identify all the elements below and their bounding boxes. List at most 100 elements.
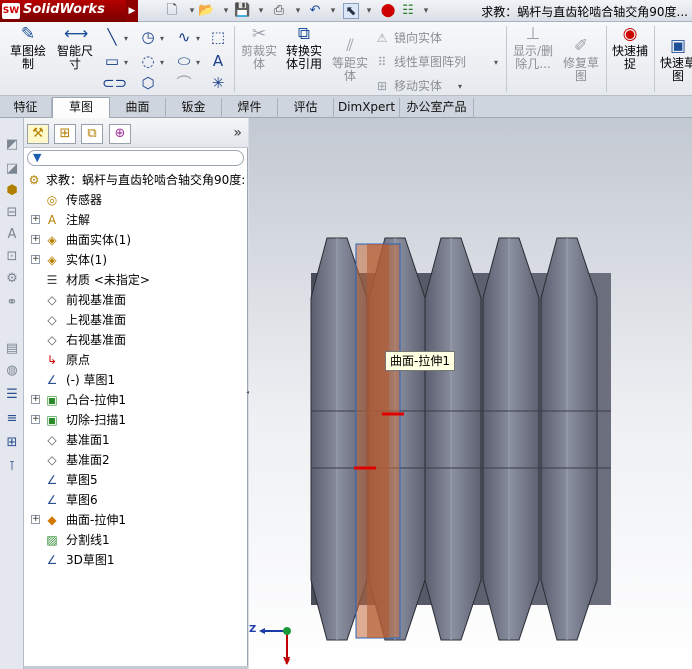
strip-tool-icon[interactable]: ⚙ [3, 270, 21, 288]
line-icon[interactable]: ╲ [102, 28, 122, 46]
tree-root[interactable]: ⚙ 求教：蜗杆与直齿轮啮合轴交角90度: [24, 170, 248, 190]
tab-office-products[interactable]: 办公室产品 [400, 98, 474, 118]
move-dropdown-icon[interactable]: ▾ [458, 82, 462, 91]
tree-item[interactable]: ∠ 草图5 [24, 470, 248, 490]
convert-entities-button[interactable]: ⧉ 转换实 体引用 [282, 24, 326, 71]
select-dropdown-icon[interactable]: ▾ [361, 3, 377, 19]
solidworks-logo[interactable]: SW SolidWorks [0, 0, 126, 22]
tree-item[interactable]: ∠ 3D草图1 [24, 550, 248, 570]
smart-dimension-button[interactable]: ⟷ 智能尺 寸 [54, 24, 96, 71]
text-icon[interactable]: A [208, 52, 228, 70]
tab-weldments[interactable]: 焊件 [222, 98, 278, 118]
rebuild-traffic-light-icon[interactable]: ⬤ [380, 3, 396, 19]
slot-icon[interactable]: ⊂⊃ [102, 74, 127, 92]
pattern-dropdown-icon[interactable]: ▾ [494, 58, 498, 67]
tree-item[interactable]: ◇ 前视基准面 [24, 290, 248, 310]
tab-features[interactable]: 特征 [0, 98, 52, 118]
property-manager-tab-icon[interactable]: ⊞ [54, 124, 76, 144]
strip-list-icon[interactable]: ☰ [3, 386, 21, 404]
tree-item[interactable]: + A 注解 [24, 210, 248, 230]
sketch-button[interactable]: ✎ 草图绘 制 [6, 24, 50, 71]
strip-grid-icon[interactable]: ⊞ [3, 434, 21, 452]
strip-tool-icon[interactable]: ⊡ [3, 248, 21, 266]
undo-dropdown-icon[interactable]: ▾ [325, 3, 341, 19]
rapid-sketch-button[interactable]: ▣ 快速草 图 [658, 36, 692, 83]
construction-geometry-icon[interactable]: ⬚ [208, 28, 228, 46]
arc-icon[interactable]: ◌ [138, 52, 158, 70]
graphics-area[interactable]: Z Y 曲面-拉伸1 [249, 118, 692, 669]
tree-item[interactable]: ◇ 右视基准面 [24, 330, 248, 350]
strip-list-icon[interactable]: ≡ [3, 410, 21, 428]
strip-tool-icon[interactable]: ⚭ [3, 294, 21, 312]
tab-dimxpert[interactable]: DimXpert [334, 98, 400, 118]
expand-toggle-icon[interactable]: + [31, 415, 40, 424]
tree-item[interactable]: ◇ 基准面1 [24, 430, 248, 450]
strip-tool-icon[interactable]: ◩ [3, 136, 21, 154]
configuration-tab-icon[interactable]: ⧉ [81, 124, 103, 144]
expand-toggle-icon[interactable]: + [31, 515, 40, 524]
ellipse-icon[interactable]: ⬭ [174, 52, 194, 70]
tree-item[interactable]: + ▣ 凸台-拉伸1 [24, 390, 248, 410]
print-dropdown-icon[interactable]: ▾ [290, 3, 306, 19]
tree-item[interactable]: ◇ 上视基准面 [24, 310, 248, 330]
spline-icon[interactable]: ∿ [174, 28, 194, 46]
expand-toggle-icon[interactable]: + [31, 255, 40, 264]
tree-item[interactable]: ◎ 传感器 [24, 190, 248, 210]
options-list-icon[interactable]: ☷ [400, 3, 416, 19]
tab-sketch[interactable]: 草图 [52, 97, 110, 118]
save-icon[interactable]: 💾 [234, 3, 250, 19]
display-delete-relations-button[interactable]: ⊥ 显示/删 除几... [510, 24, 556, 71]
tree-item[interactable]: + ◆ 曲面-拉伸1 [24, 510, 248, 530]
mirror-entities-button[interactable]: ⚠ 镜向实体 [374, 29, 442, 46]
fillet-icon[interactable]: ⌒ [174, 74, 194, 92]
expand-toggle-icon[interactable]: + [31, 215, 40, 224]
tab-sheet-metal[interactable]: 钣金 [166, 98, 222, 118]
tree-item[interactable]: ∠ (-) 草图1 [24, 370, 248, 390]
extruded-surface-highlight[interactable] [355, 243, 401, 639]
strip-folder-icon[interactable]: ⬢ [3, 182, 21, 200]
open-folder-icon[interactable]: 📂 [198, 3, 214, 19]
quick-snaps-button[interactable]: ◉ 快速捕 捉 [610, 24, 650, 71]
linear-pattern-button[interactable]: ⠿ 线性草图阵列 [374, 53, 466, 70]
tree-item[interactable]: ◇ 基准面2 [24, 450, 248, 470]
tree-item[interactable]: ↳ 原点 [24, 350, 248, 370]
expand-toggle-icon[interactable]: + [31, 235, 40, 244]
save-dropdown-icon[interactable]: ▾ [253, 3, 269, 19]
repair-sketch-button[interactable]: ✐ 修复草 图 [560, 36, 602, 83]
new-document-icon[interactable]: 🗋 [164, 3, 180, 19]
strip-text-icon[interactable]: A [3, 226, 21, 244]
more-tabs-icon[interactable]: » [233, 125, 242, 141]
trim-entities-button[interactable]: ✂ 剪裁实 体 [238, 24, 280, 71]
circle-icon[interactable]: ◷ [138, 28, 158, 46]
rectangle-icon[interactable]: ▭ [102, 52, 122, 70]
point-icon[interactable]: ✳ [208, 74, 228, 92]
feature-tree-tab-icon[interactable]: ⚒ [27, 124, 49, 144]
select-cursor-icon[interactable]: ⬉ [343, 3, 359, 19]
tree-item[interactable]: ☰ 材质 <未指定> [24, 270, 248, 290]
tree-item[interactable]: ▨ 分割线1 [24, 530, 248, 550]
task-pane-strip: ◩ ◪ ⬢ ⊟ A ⊡ ⚙ ⚭ ▤ ◍ ☰ ≡ ⊞ ⊺ [0, 118, 24, 669]
strip-tool-icon[interactable]: ⊟ [3, 204, 21, 222]
tree-item[interactable]: + ◈ 曲面实体(1) [24, 230, 248, 250]
move-entities-button[interactable]: ⊞ 移动实体 [374, 77, 442, 94]
strip-tool-icon[interactable]: ◍ [3, 362, 21, 380]
offset-entities-button[interactable]: ⫽ 等距实 体 [328, 36, 372, 83]
options-dropdown-icon[interactable]: ▾ [418, 3, 434, 19]
tree-item[interactable]: + ▣ 切除-扫描1 [24, 410, 248, 430]
menu-expand-arrow[interactable]: ▶ [126, 0, 138, 22]
polygon-icon[interactable]: ⬡ [138, 74, 158, 92]
strip-tool-icon[interactable]: ▤ [3, 340, 21, 358]
tab-evaluate[interactable]: 评估 [278, 98, 334, 118]
tree-item[interactable]: ∠ 草图6 [24, 490, 248, 510]
undo-icon[interactable]: ↶ [307, 3, 323, 19]
print-icon[interactable]: ⎙ [271, 3, 287, 19]
tab-surfaces[interactable]: 曲面 [110, 98, 166, 118]
open-dropdown-icon[interactable]: ▾ [218, 3, 234, 19]
expand-toggle-icon[interactable]: + [31, 395, 40, 404]
strip-tool-icon[interactable]: ◪ [3, 160, 21, 178]
worm-gear-model[interactable] [249, 118, 692, 669]
strip-tool-icon[interactable]: ⊺ [3, 458, 21, 476]
tree-item[interactable]: + ◈ 实体(1) [24, 250, 248, 270]
dimxpert-tab-icon[interactable]: ⊕ [109, 124, 131, 144]
tree-filter-input[interactable]: ▼ [27, 150, 244, 166]
